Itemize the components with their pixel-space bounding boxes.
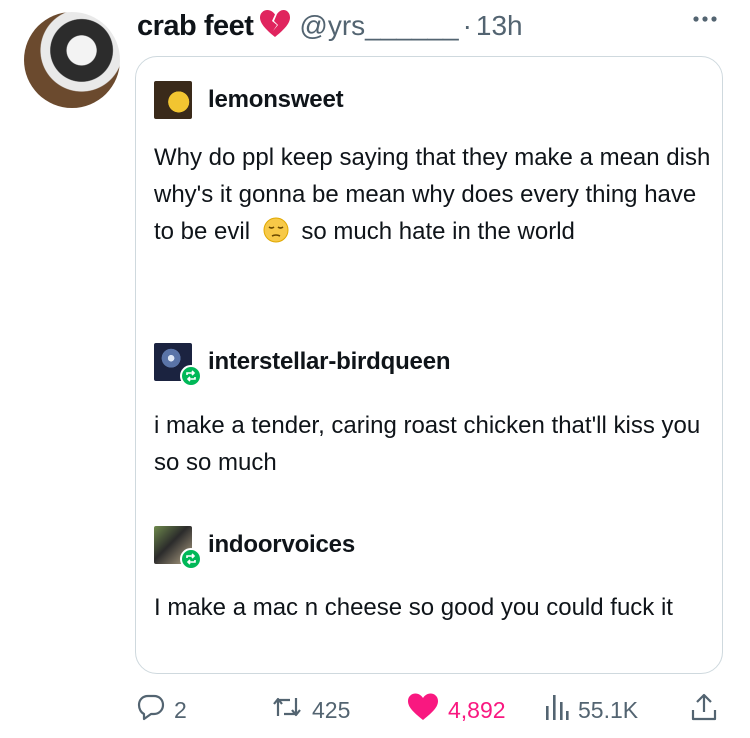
heart-icon <box>406 692 440 728</box>
like-count: 4,892 <box>448 696 506 723</box>
views-button[interactable]: 55.1K <box>544 692 638 728</box>
handle[interactable]: @yrs______ <box>299 10 458 42</box>
reblog-text: i make a tender, caring roast chicken th… <box>154 412 701 476</box>
indoorvoices-avatar-icon <box>154 526 202 570</box>
pensive-face-icon <box>263 217 289 254</box>
share-button[interactable] <box>690 692 718 728</box>
view-count: 55.1K <box>578 696 639 723</box>
reblog-username[interactable]: indoorvoices <box>208 531 355 559</box>
interstellar-avatar-icon <box>154 343 202 387</box>
reblog-author-row: interstellar-birdqueen <box>154 343 451 387</box>
broken-heart-icon <box>259 9 291 44</box>
tweet-header: crab feet @yrs______ · 13h <box>137 6 523 46</box>
repost-icon <box>270 692 304 728</box>
views-chart-icon <box>544 692 570 728</box>
repost-button[interactable]: 425 <box>270 692 350 728</box>
reply-icon <box>136 692 166 728</box>
action-bar: 2 425 4,892 55.1K <box>0 692 750 732</box>
lemonsweet-avatar-icon <box>154 81 192 119</box>
embedded-post-card[interactable]: lemonsweet Why do ppl keep saying that t… <box>135 56 723 674</box>
share-icon <box>690 692 718 728</box>
post-text-part: so much hate in the world <box>301 218 575 245</box>
post-username[interactable]: lemonsweet <box>208 86 344 114</box>
post-text: Why do ppl keep saying that they make a … <box>154 139 714 254</box>
reblog-text: I make a mac n cheese so good you could … <box>154 594 673 621</box>
like-button[interactable]: 4,892 <box>406 692 506 728</box>
avatar[interactable] <box>24 12 120 108</box>
timestamp[interactable]: 13h <box>476 10 523 42</box>
reblog-author-row: indoorvoices <box>154 526 355 570</box>
separator: · <box>462 10 472 41</box>
reblog-icon <box>180 365 202 387</box>
reblog-icon <box>180 548 202 570</box>
more-options-icon[interactable] <box>690 12 720 31</box>
reply-button[interactable]: 2 <box>136 692 187 728</box>
repost-count: 425 <box>312 696 351 723</box>
display-name[interactable]: crab feet <box>137 10 254 43</box>
reblog-username[interactable]: interstellar-birdqueen <box>208 348 451 376</box>
reply-count: 2 <box>174 696 187 723</box>
post-author-row: lemonsweet <box>154 81 344 119</box>
